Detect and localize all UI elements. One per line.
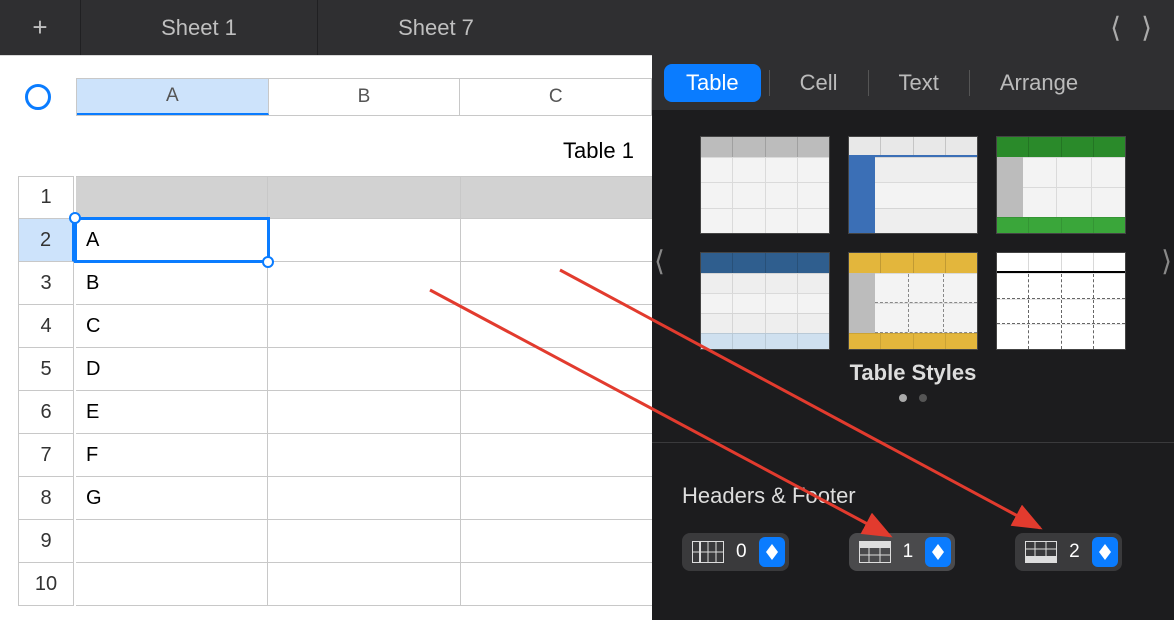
sheet-next-icon[interactable]: ⟩ [1131,11,1162,44]
table-styles-section: ⟨ ⟩ [652,110,1174,412]
table-style-blue[interactable] [848,136,978,234]
selection-handle-icon[interactable] [69,212,81,224]
table-style-gold[interactable] [848,252,978,350]
header-rows-stepper[interactable]: 1 [849,533,956,571]
cell-value: A [86,229,99,252]
add-sheet-button[interactable]: + [0,0,80,55]
row-header-4[interactable]: 4 [18,305,74,348]
sheet-tab-bar: + Sheet 1 Sheet 7 ⟨ ⟩ [0,0,1174,55]
styles-next-icon[interactable]: ⟩ [1161,245,1172,278]
cell-a3[interactable]: B [76,262,268,304]
dot-icon [919,394,927,402]
cell-grid[interactable]: A B C D E F G [76,176,652,606]
headers-footer-section: Headers & Footer 0 1 [652,442,1174,571]
cell-a4[interactable]: C [76,305,268,347]
tab-text[interactable]: Text [877,64,961,102]
column-header-a[interactable]: A [77,79,269,115]
header-rows-icon [859,541,891,563]
row-header-1[interactable]: 1 [18,176,74,219]
footer-rows-icon [1025,541,1057,563]
sheet-tab-1[interactable]: Sheet 1 [80,0,317,55]
row-header-2[interactable]: 2 [18,219,74,262]
format-inspector: Table Cell Text Arrange ⟨ ⟩ [652,55,1174,620]
dot-icon [899,394,907,402]
tab-cell[interactable]: Cell [778,64,860,102]
table-style-green[interactable] [996,136,1126,234]
column-headers: A B C [76,78,652,116]
footer-rows-value: 2 [1063,541,1086,563]
row-headers: 1 2 3 4 5 6 7 8 9 10 [0,176,76,606]
stepper-icon[interactable] [759,537,785,567]
table-title[interactable]: Table 1 [0,116,652,176]
styles-page-dots[interactable] [666,394,1160,402]
table-select-handle[interactable] [0,78,76,116]
row-header-6[interactable]: 6 [18,391,74,434]
sheet-prev-icon[interactable]: ⟨ [1100,11,1131,44]
header-columns-stepper[interactable]: 0 [682,533,789,571]
circle-icon [25,84,51,110]
table-style-navy[interactable] [700,252,830,350]
styles-prev-icon[interactable]: ⟨ [654,245,665,278]
row-header-9[interactable]: 9 [18,520,74,563]
header-columns-icon [692,541,724,563]
table-styles-label: Table Styles [666,360,1160,386]
cell-a2[interactable]: A [76,219,268,261]
stepper-icon[interactable] [925,537,951,567]
sheet-tab-7[interactable]: Sheet 7 [317,0,554,55]
row-header-5[interactable]: 5 [18,348,74,391]
stepper-icon[interactable] [1092,537,1118,567]
header-rows-value: 1 [897,541,920,563]
row-header-3[interactable]: 3 [18,262,74,305]
column-header-b[interactable]: B [269,79,461,115]
cell-a8[interactable]: G [76,477,268,519]
cell-a7[interactable]: F [76,434,268,476]
sheet-nav: ⟨ ⟩ [1100,0,1174,55]
table-style-grey[interactable] [700,136,830,234]
spreadsheet: A B C Table 1 1 2 3 4 5 6 7 8 9 10 [0,55,652,620]
row-header-8[interactable]: 8 [18,477,74,520]
column-header-c[interactable]: C [460,79,651,115]
footer-rows-stepper[interactable]: 2 [1015,533,1122,571]
row-header-7[interactable]: 7 [18,434,74,477]
tab-arrange[interactable]: Arrange [978,64,1100,102]
cell-a6[interactable]: E [76,391,268,433]
row-header-10[interactable]: 10 [18,563,74,606]
cell-a5[interactable]: D [76,348,268,390]
headers-footer-label: Headers & Footer [682,483,1144,509]
header-columns-value: 0 [730,541,753,563]
tab-table[interactable]: Table [664,64,761,102]
table-style-outline[interactable] [996,252,1126,350]
inspector-tabs: Table Cell Text Arrange [652,55,1174,110]
